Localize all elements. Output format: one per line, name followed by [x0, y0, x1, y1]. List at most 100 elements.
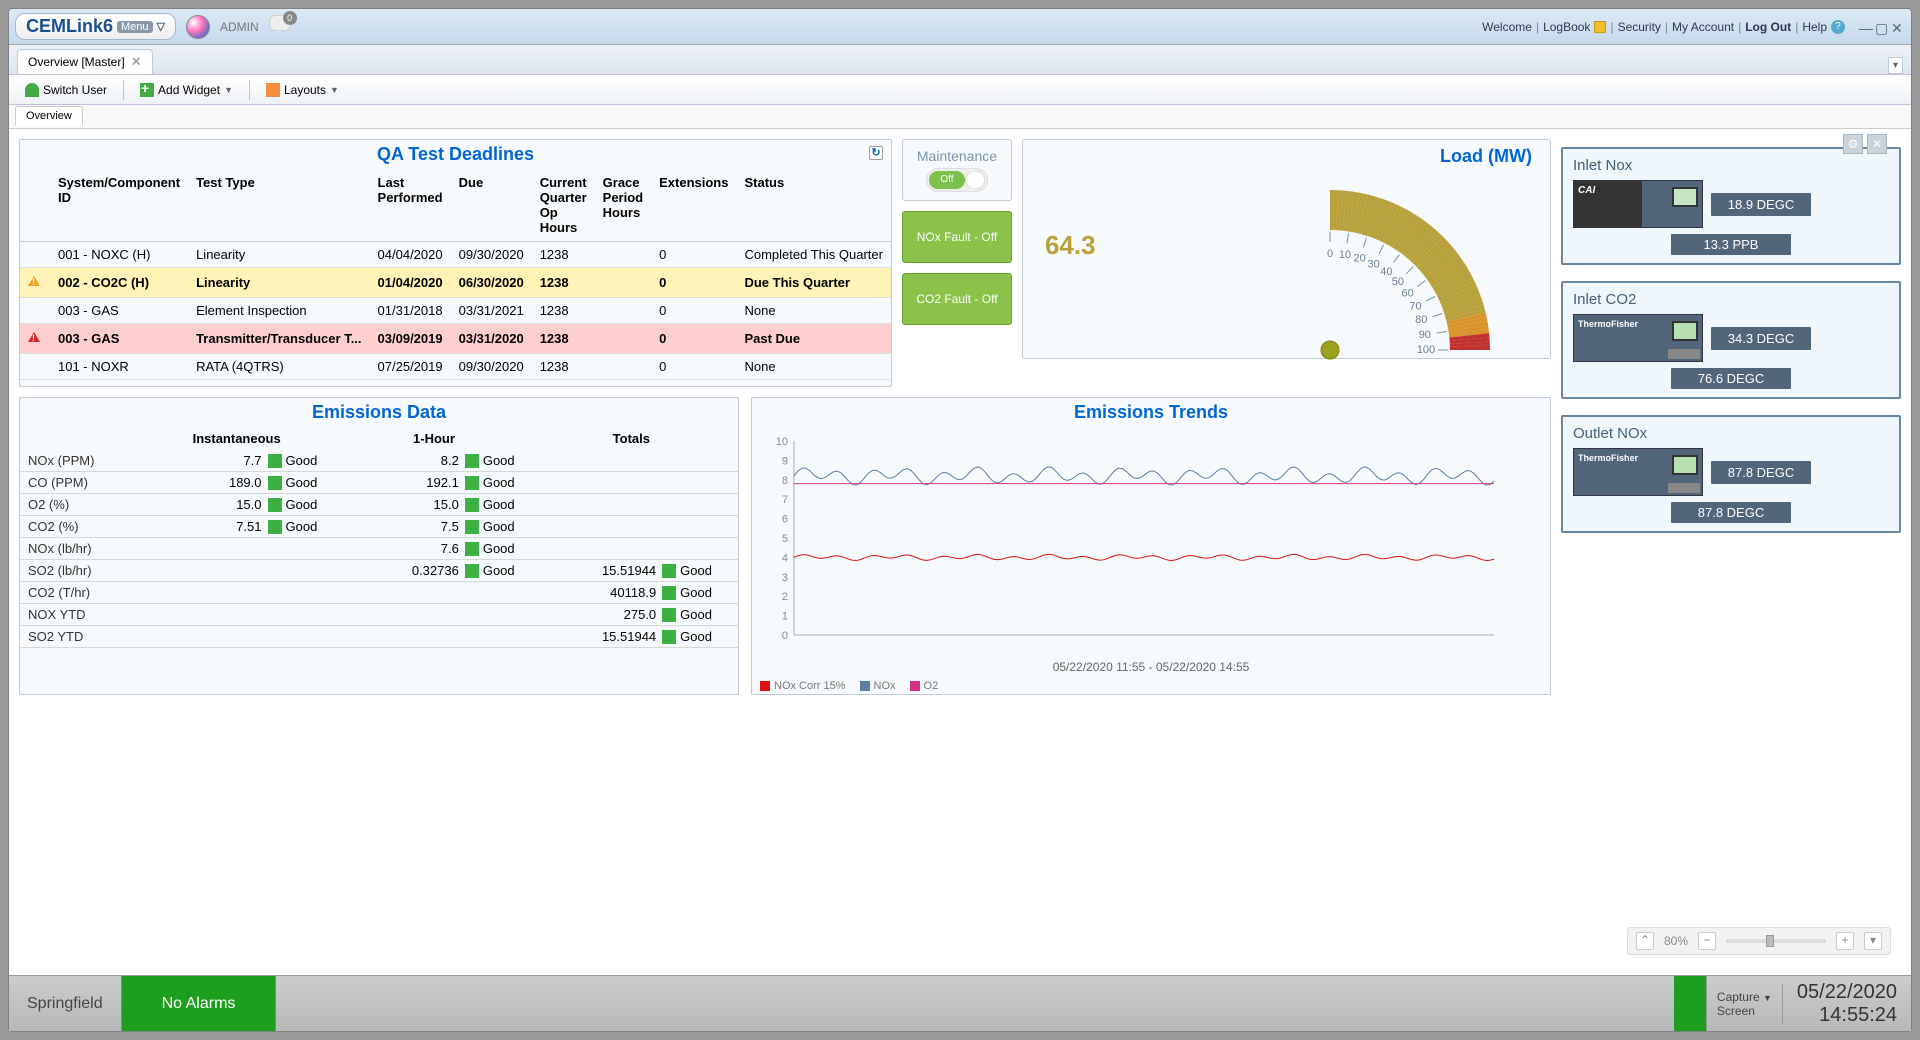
emissions-row: NOx (lb/hr)7.6Good [20, 538, 738, 560]
window-close-icon[interactable]: ✕ [1891, 20, 1905, 34]
trend-legend: NOx Corr 15%NOxO2 [752, 678, 1550, 694]
logo-text: CEMLink6 [26, 16, 113, 37]
chevron-down-icon: ▼ [224, 85, 233, 95]
tab-overview[interactable]: Overview [15, 106, 83, 126]
svg-text:3: 3 [782, 572, 788, 584]
outlet-nox-card: Outlet NOx ThermoFisher 87.8 DEGC 87.8 D… [1561, 415, 1901, 533]
gauge-icon: 0102030405060708090100 [1280, 150, 1490, 360]
table-row[interactable]: 001 - NOXC (H)Linearity04/04/202009/30/2… [20, 242, 891, 268]
svg-text:0: 0 [782, 630, 788, 642]
app-menu-button[interactable]: CEMLink6 Menu ▽ [15, 13, 176, 40]
add-widget-label: Add Widget [158, 83, 220, 97]
emissions-trends-chart: 012345678910 [764, 435, 1504, 655]
zoom-control[interactable]: ⌃ 80% − + ▾ [1627, 927, 1891, 955]
svg-text:0: 0 [1327, 248, 1333, 260]
inlet-nox-title: Inlet Nox [1573, 157, 1889, 174]
layouts-label: Layouts [284, 83, 326, 97]
gauge-value: 64.3 [1045, 230, 1096, 261]
table-row[interactable]: !002 - CO2C (H)Linearity01/04/202006/30/… [20, 268, 891, 298]
svg-text:4: 4 [782, 552, 788, 564]
zoom-out-button[interactable]: − [1698, 932, 1716, 950]
capture-screen-button[interactable]: Capture ▼ Screen [1706, 976, 1782, 1031]
instrument-brand: CAI [1578, 185, 1595, 196]
maintenance-toggle[interactable]: Off [926, 168, 988, 192]
table-row[interactable]: 003 - GASElement Inspection01/31/201803/… [20, 298, 891, 324]
layouts-button[interactable]: Layouts ▼ [260, 81, 345, 99]
svg-text:5: 5 [782, 533, 788, 545]
emissions-row: SO2 YTD15.51944Good [20, 626, 738, 648]
link-my-account[interactable]: My Account [1672, 20, 1734, 34]
svg-text:2: 2 [782, 591, 788, 603]
globe-icon[interactable] [186, 15, 210, 39]
svg-text:60: 60 [1402, 287, 1414, 299]
status-date: 05/22/2020 [1797, 981, 1897, 1004]
svg-text:7: 7 [782, 494, 788, 506]
switch-user-label: Switch User [43, 83, 107, 97]
zoom-menu-icon[interactable]: ▾ [1864, 932, 1882, 950]
current-user: ADMIN [220, 20, 259, 34]
link-logbook[interactable]: LogBook [1543, 20, 1590, 34]
table-row[interactable]: 101 - NOXRRATA (4QTRS)07/25/201909/30/20… [20, 354, 891, 380]
settings-icon[interactable]: ⚙ [1843, 134, 1863, 154]
link-welcome[interactable]: Welcome [1482, 20, 1532, 34]
svg-text:10: 10 [1339, 249, 1351, 261]
plus-icon [140, 83, 154, 97]
emissions-row: O2 (%)15.0Good15.0Good [20, 494, 738, 516]
refresh-icon[interactable]: ↻ [869, 146, 883, 160]
window-tab-overview-master[interactable]: Overview [Master] ✕ [17, 49, 153, 74]
trend-xlabel: 05/22/2020 11:55 - 05/22/2020 14:55 [764, 660, 1538, 674]
emissions-table: NOx (PPM)7.7Good8.2GoodCO (PPM)189.0Good… [20, 450, 738, 648]
svg-text:8: 8 [782, 475, 788, 487]
add-widget-button[interactable]: Add Widget ▼ [134, 81, 239, 99]
logo-sub: Menu [117, 21, 153, 33]
help-icon[interactable]: ? [1831, 20, 1845, 34]
grid-icon [266, 83, 280, 97]
chevron-down-icon: ▼ [330, 85, 339, 95]
svg-text:1: 1 [782, 611, 788, 623]
inlet-nox-reading2: 13.3 PPB [1671, 234, 1791, 255]
zoom-in-button[interactable]: + [1836, 932, 1854, 950]
zoom-up-icon[interactable]: ⌃ [1636, 932, 1654, 950]
svg-text:70: 70 [1409, 300, 1421, 312]
outlet-nox-reading2: 87.8 DEGC [1671, 502, 1791, 523]
maintenance-panel: Maintenance Off [902, 139, 1012, 201]
window-tab-label: Overview [Master] [28, 55, 125, 69]
status-indicator [1674, 976, 1706, 1031]
svg-text:6: 6 [782, 514, 788, 526]
co2-fault-button[interactable]: CO2 Fault - Off [902, 273, 1012, 325]
link-help[interactable]: Help [1802, 20, 1827, 34]
zoom-slider[interactable] [1726, 939, 1826, 943]
tab-list-dropdown[interactable]: ▾ [1888, 57, 1903, 74]
inlet-co2-reading2: 76.6 DEGC [1671, 368, 1791, 389]
chevron-down-icon: ▽ [157, 20, 165, 33]
close-tab-icon[interactable]: ✕ [131, 54, 142, 70]
emissions-row: SO2 (lb/hr)0.32736Good15.51944Good [20, 560, 738, 582]
alarm-status[interactable]: No Alarms [121, 976, 277, 1031]
emissions-row: NOx (PPM)7.7Good8.2Good [20, 450, 738, 472]
nox-fault-button[interactable]: NOx Fault - Off [902, 211, 1012, 263]
link-security[interactable]: Security [1618, 20, 1661, 34]
site-name: Springfield [9, 995, 121, 1013]
toggle-state: Off [929, 171, 965, 189]
switch-user-button[interactable]: Switch User [19, 81, 113, 99]
svg-text:100: 100 [1417, 344, 1435, 356]
emissions-row: CO (PPM)189.0Good192.1Good [20, 472, 738, 494]
window-maximize-icon[interactable]: ▢ [1875, 20, 1889, 34]
qa-title: QA Test Deadlines [377, 144, 534, 164]
instrument-icon: ThermoFisher [1573, 314, 1703, 362]
close-icon[interactable]: ✕ [1867, 134, 1887, 154]
window-minimize-icon[interactable]: — [1859, 20, 1873, 34]
user-icon [25, 83, 39, 97]
instrument-brand: ThermoFisher [1578, 453, 1638, 463]
separator [249, 80, 250, 100]
chat-button[interactable]: 0 [269, 15, 297, 39]
table-row[interactable]: !003 - GASTransmitter/Transducer T...03/… [20, 324, 891, 354]
toggle-knob [965, 171, 985, 189]
status-time: 14:55:24 [1797, 1004, 1897, 1027]
emissions-trends-title: Emissions Trends [752, 398, 1550, 427]
link-logout[interactable]: Log Out [1745, 20, 1791, 34]
emissions-row: CO2 (T/hr)40118.9Good [20, 582, 738, 604]
svg-text:9: 9 [782, 455, 788, 467]
svg-text:20: 20 [1354, 253, 1366, 265]
qa-table: System/Component IDTest TypeLastPerforme… [20, 169, 891, 386]
